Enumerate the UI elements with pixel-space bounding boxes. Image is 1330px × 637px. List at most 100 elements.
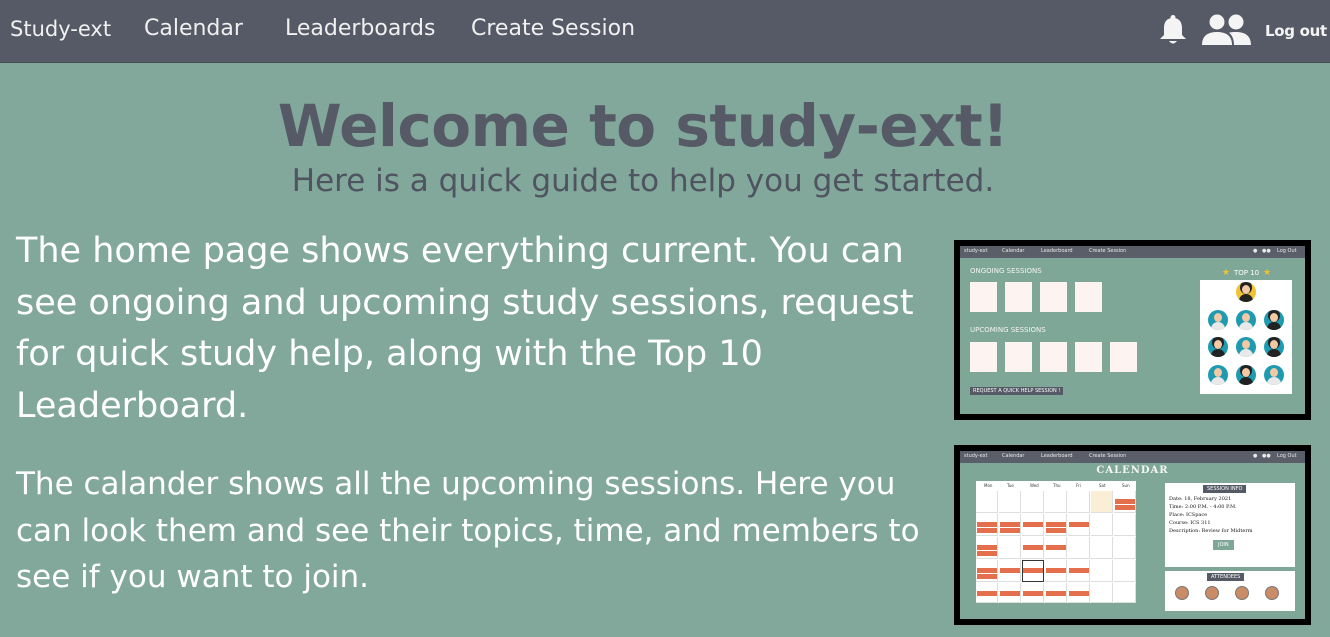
calendar-preview-navbar: study-ext Calendar Leaderboard Create Se…	[960, 451, 1305, 463]
nav-leaderboards-link[interactable]: Leaderboards	[285, 16, 435, 41]
calendar-preview-image: study-ext Calendar Leaderboard Create Se…	[954, 445, 1311, 625]
avatar	[1208, 310, 1228, 330]
calendar-day-cell	[1091, 537, 1113, 559]
logout-link[interactable]: Log out	[1265, 22, 1327, 40]
calendar-day-cell	[976, 491, 998, 513]
attendee-avatar	[1205, 586, 1219, 600]
calendar-day-cell	[1068, 537, 1090, 559]
calendar-preview-nav-create: Create Session	[1089, 453, 1127, 459]
navbar: Study-ext Calendar Leaderboards Create S…	[0, 0, 1330, 63]
calendar-day-cell	[999, 491, 1021, 513]
top10-label: TOP 10	[1234, 269, 1260, 277]
calendar-event	[1046, 528, 1066, 533]
session-info-label: SESSION INFO	[1203, 485, 1247, 493]
calendar-day-cell	[1091, 560, 1113, 582]
calendar-preview-bell-icon: ●	[1253, 453, 1258, 459]
calendar-preview-nav-calendar: Calendar	[1002, 453, 1025, 459]
calendar-day-cell	[1045, 491, 1067, 513]
home-preview-nav-create: Create Session	[1089, 248, 1127, 254]
attendee-avatar	[1265, 586, 1279, 600]
calendar-event	[977, 522, 997, 527]
calendar-event	[1046, 591, 1066, 596]
calendar-day-cell	[1091, 583, 1113, 603]
page-subtitle: Here is a quick guide to help you get st…	[291, 163, 995, 199]
calendar-event	[1069, 591, 1089, 596]
ongoing-session-card	[1040, 282, 1067, 312]
avatar	[1264, 310, 1284, 330]
calendar-day-cell	[1114, 537, 1136, 559]
home-preview-nav-brand: study-ext	[964, 248, 988, 254]
upcoming-session-card	[970, 342, 997, 372]
calendar-grid: Mon Tue Wed Thu Fri Sat Sun	[976, 481, 1136, 603]
avatar	[1236, 365, 1256, 385]
calendar-event	[977, 568, 997, 573]
home-preview-users-icon: ●●	[1262, 248, 1271, 254]
upcoming-session-card	[1075, 342, 1102, 372]
star-icon: ★	[1263, 268, 1272, 278]
upcoming-sessions-label: UPCOMING SESSIONS	[970, 326, 1046, 334]
calendar-event	[1046, 545, 1066, 550]
star-icon: ★	[1222, 268, 1231, 278]
calendar-preview-title: CALENDAR	[1096, 465, 1169, 476]
home-guide-text: The home page shows everything current. …	[16, 231, 914, 426]
calendar-event	[1069, 568, 1089, 573]
home-preview-bell-icon: ●	[1253, 248, 1258, 254]
calendar-event	[1069, 522, 1089, 527]
calendar-event	[1000, 528, 1020, 533]
nav-calendar-link[interactable]: Calendar	[144, 16, 243, 41]
users-icon[interactable]	[1201, 13, 1253, 51]
session-time: Time: 2:00 P.M. - 4:00 P.M.	[1169, 504, 1237, 510]
nav-brand-link[interactable]: Study-ext	[10, 17, 111, 41]
ongoing-session-card	[1005, 282, 1032, 312]
page-title: Welcome to study-ext!	[277, 92, 1009, 160]
ongoing-sessions-label: ONGOING SESSIONS	[970, 267, 1042, 275]
avatar	[1264, 337, 1284, 357]
quick-help-button: REQUEST A QUICK HELP SESSION !	[970, 387, 1064, 395]
ongoing-session-card	[1075, 282, 1102, 312]
day-header: Sat	[1099, 483, 1106, 488]
home-preview-nav-calendar: Calendar	[1002, 248, 1025, 254]
join-button: JOIN	[1213, 540, 1234, 550]
calendar-preview-nav-leaderboard: Leaderboard	[1041, 453, 1073, 459]
ongoing-session-card	[970, 282, 997, 312]
calendar-event	[1023, 545, 1043, 550]
calendar-event	[1023, 568, 1043, 573]
calendar-preview-nav-brand: study-ext	[964, 453, 988, 459]
upcoming-session-card	[1005, 342, 1032, 372]
calendar-day-cell	[1022, 491, 1044, 513]
session-date: Date: 18, February 2021	[1169, 496, 1232, 502]
calendar-event	[1000, 568, 1020, 573]
calendar-event	[977, 574, 997, 579]
calendar-event	[1115, 505, 1135, 510]
calendar-guide-text: The calander shows all the upcoming sess…	[16, 466, 920, 595]
day-header: Mon	[984, 483, 993, 488]
home-preview-navbar: study-ext Calendar Leaderboard Create Se…	[960, 246, 1305, 258]
leaderboard-box	[1200, 280, 1292, 394]
avatar	[1236, 282, 1256, 302]
calendar-event	[1115, 499, 1135, 504]
avatar	[1208, 337, 1228, 357]
calendar-event	[977, 528, 997, 533]
calendar-event	[1046, 522, 1066, 527]
avatar	[1208, 365, 1228, 385]
day-header: Tue	[1007, 483, 1014, 488]
calendar-event	[1023, 591, 1043, 596]
upcoming-session-card	[1040, 342, 1067, 372]
calendar-day-cell	[999, 537, 1021, 559]
calendar-day-cell	[1091, 491, 1113, 513]
session-description: Description: Review for Midterm	[1169, 528, 1253, 534]
session-course: Course: ICS 311	[1169, 520, 1211, 526]
calendar-event	[1046, 568, 1066, 573]
calendar-preview-users-icon: ●●	[1262, 453, 1271, 459]
calendar-day-cell	[1091, 514, 1113, 536]
bell-icon[interactable]	[1158, 14, 1188, 50]
calendar-day-cell	[1114, 560, 1136, 582]
upcoming-session-card	[1110, 342, 1137, 372]
calendar-event	[977, 591, 997, 596]
session-info-box: SESSION INFO Date: 18, February 2021 Tim…	[1165, 483, 1295, 567]
calendar-event	[1000, 522, 1020, 527]
avatar	[1236, 337, 1256, 357]
attendees-label: ATTENDEES	[1207, 573, 1245, 581]
calendar-day-cell	[1114, 583, 1136, 603]
nav-create-session-link[interactable]: Create Session	[471, 16, 635, 41]
